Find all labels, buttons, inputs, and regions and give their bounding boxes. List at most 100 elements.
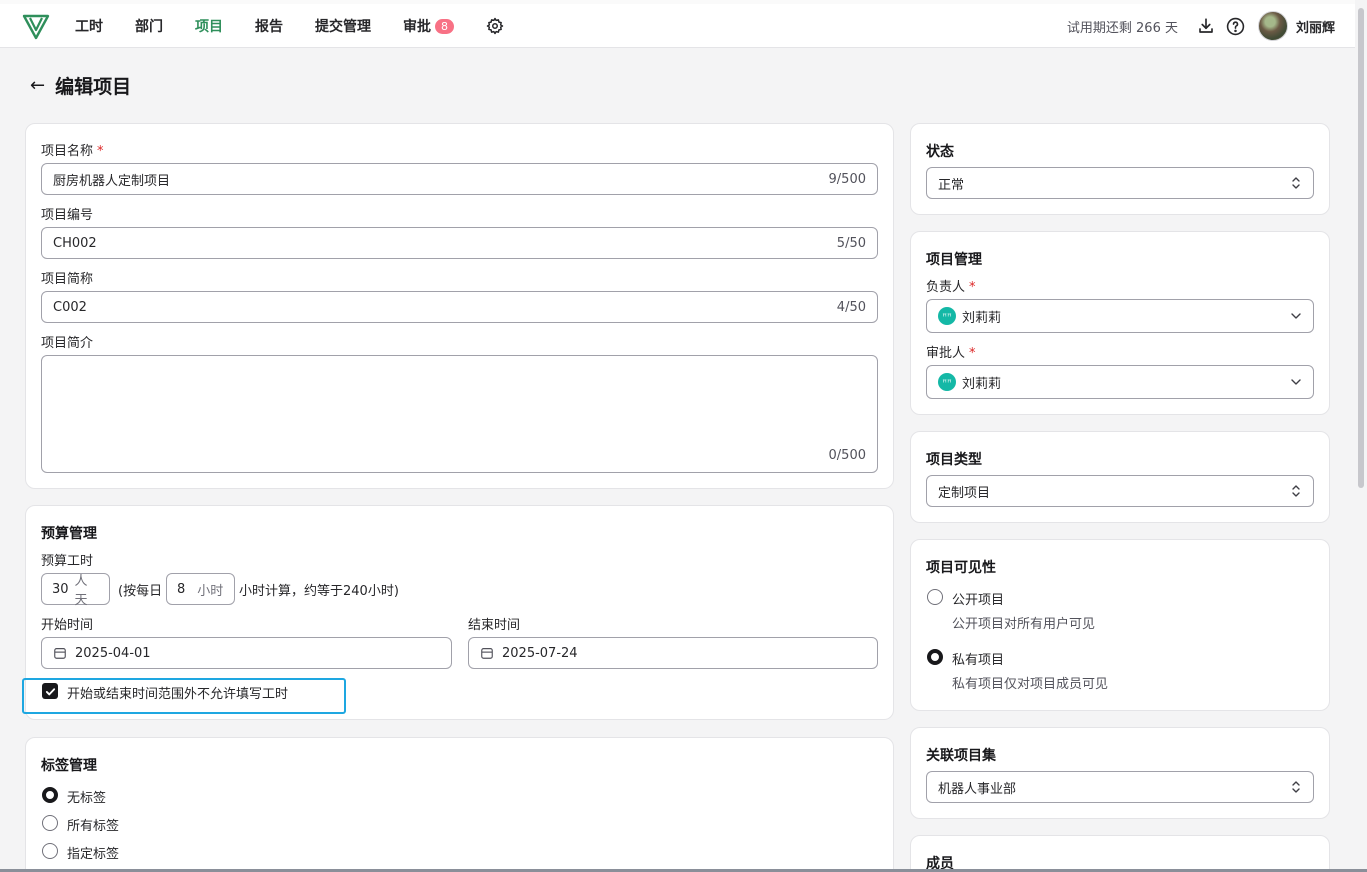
budget-days-input[interactable]: 30 人天 <box>41 573 110 608</box>
owner-label: 负责人 * <box>926 276 976 295</box>
project-code-label: 项目编号 <box>41 208 94 223</box>
chevron-up-down-icon <box>1292 177 1300 189</box>
char-counter: 0/500 <box>828 448 866 463</box>
check-icon <box>45 687 55 695</box>
owner-select[interactable]: ꟸꟸ 刘莉莉 <box>926 299 1314 333</box>
project-type-section-title: 项目类型 <box>926 452 982 468</box>
project-name-label: 项目名称 * <box>41 140 104 159</box>
nav-label: 提交管理 <box>315 19 371 35</box>
approver-select[interactable]: ꟸꟸ 刘莉莉 <box>926 365 1314 399</box>
collection-select[interactable]: 机器人事业部 <box>926 771 1314 803</box>
page-header: ← 编辑项目 <box>30 72 131 99</box>
top-navbar: 工时 部门 项目 报告 提交管理 审批 8 试用期还剩 266 天 刘丽辉 <box>0 4 1355 48</box>
chevron-up-down-icon <box>1292 485 1300 497</box>
budget-section-title: 预算管理 <box>41 526 97 542</box>
required-mark: * <box>969 346 976 361</box>
nav-item-department[interactable]: 部门 <box>135 16 163 36</box>
end-date-picker[interactable]: 2025-07-24 <box>468 637 878 669</box>
user-avatar-icon: ꟸꟸ <box>938 307 956 325</box>
project-type-select[interactable]: 定制项目 <box>926 475 1314 507</box>
nav-item-report[interactable]: 报告 <box>255 16 283 36</box>
visibility-private-radio[interactable] <box>927 649 943 665</box>
visibility-public-label[interactable]: 公开项目 <box>952 589 1004 608</box>
nav-item-approval[interactable]: 审批 8 <box>403 16 454 36</box>
budget-hours-label: 预算工时 <box>41 554 94 569</box>
nav-item-project[interactable]: 项目 <box>195 16 223 36</box>
user-avatar[interactable] <box>1257 11 1288 41</box>
nav-label: 部门 <box>135 19 163 35</box>
calendar-icon <box>481 648 493 659</box>
download-icon <box>1199 18 1213 33</box>
input-value: 2025-07-24 <box>502 645 578 661</box>
tag-option-none-label[interactable]: 无标签 <box>67 787 106 806</box>
project-code-input[interactable]: CH002 5/50 <box>41 227 878 259</box>
restrict-hours-checkbox[interactable] <box>42 683 58 699</box>
tag-option-specified-label[interactable]: 指定标签 <box>67 843 119 862</box>
top-right-area: 试用期还剩 266 天 刘丽辉 <box>1067 4 1335 48</box>
visibility-public-radio[interactable] <box>927 589 943 605</box>
label-text: 审批人 <box>926 346 966 361</box>
visibility-section-title: 项目可见性 <box>926 560 996 576</box>
select-value: 定制项目 <box>938 485 991 501</box>
page-scrollbar[interactable] <box>1355 0 1367 872</box>
nav-item-timesheet[interactable]: 工时 <box>75 16 103 36</box>
app-logo-icon[interactable] <box>22 12 50 40</box>
user-avatar-icon: ꟸꟸ <box>938 373 956 391</box>
tags-card <box>25 737 894 872</box>
nav-label: 工时 <box>75 19 103 35</box>
gear-icon <box>486 17 504 35</box>
project-description-textarea[interactable]: 0/500 <box>41 355 878 473</box>
tag-option-all-radio[interactable] <box>42 815 58 831</box>
members-card <box>910 835 1330 872</box>
hours-per-day-input[interactable]: 8 小时 <box>166 573 235 605</box>
chevron-down-icon <box>1291 379 1301 385</box>
label-text: 负责人 <box>926 280 966 295</box>
back-arrow-icon[interactable]: ← <box>30 75 45 96</box>
nav-label: 报告 <box>255 19 283 35</box>
input-value: CH002 <box>53 235 97 251</box>
chevron-down-icon <box>1291 313 1301 319</box>
collection-section-title: 关联项目集 <box>926 748 996 764</box>
restrict-hours-label[interactable]: 开始或结束时间范围外不允许填写工时 <box>67 683 288 702</box>
status-section-title: 状态 <box>926 144 954 160</box>
project-description-label: 项目简介 <box>41 336 94 351</box>
approval-count-badge: 8 <box>435 18 454 34</box>
start-date-label: 开始时间 <box>41 618 94 633</box>
required-mark: * <box>969 280 976 295</box>
nav-item-submission[interactable]: 提交管理 <box>315 16 371 36</box>
unit-label: 小时 <box>197 583 224 599</box>
visibility-private-label[interactable]: 私有项目 <box>952 649 1004 668</box>
select-value: 刘莉莉 <box>962 310 1002 326</box>
input-value: 2025-04-01 <box>75 645 151 661</box>
status-select[interactable]: 正常 <box>926 167 1314 199</box>
visibility-public-desc: 公开项目对所有用户可见 <box>952 617 1096 632</box>
project-short-name-input[interactable]: C002 4/50 <box>41 291 878 323</box>
start-date-picker[interactable]: 2025-04-01 <box>41 637 452 669</box>
page-title: 编辑项目 <box>55 76 132 98</box>
user-name[interactable]: 刘丽辉 <box>1296 17 1335 36</box>
nav-label: 审批 <box>403 19 431 35</box>
tag-option-specified-radio[interactable] <box>42 843 58 859</box>
input-value: 30 <box>52 581 69 597</box>
select-value: 正常 <box>938 177 965 193</box>
approver-label: 审批人 * <box>926 342 976 361</box>
visibility-private-desc: 私有项目仅对项目成员可见 <box>952 677 1109 692</box>
tags-section-title: 标签管理 <box>41 758 97 774</box>
tag-option-all-label[interactable]: 所有标签 <box>67 815 119 834</box>
chevron-up-down-icon <box>1292 781 1300 793</box>
required-mark: * <box>97 144 104 159</box>
project-name-input[interactable]: 厨房机器人定制项目 9/500 <box>41 163 878 195</box>
budget-text-after: 小时计算，约等于240小时) <box>239 584 399 599</box>
tag-option-none-radio[interactable] <box>42 787 58 803</box>
scrollbar-thumb[interactable] <box>1358 8 1364 488</box>
select-value: 刘莉莉 <box>962 376 1002 392</box>
download-button[interactable] <box>1196 16 1216 36</box>
help-button[interactable] <box>1226 16 1246 36</box>
input-value: C002 <box>53 299 87 315</box>
trial-remaining-text: 试用期还剩 266 天 <box>1066 20 1178 36</box>
management-section-title: 项目管理 <box>926 252 982 268</box>
char-counter: 9/500 <box>828 171 866 187</box>
input-value: 8 <box>177 581 186 597</box>
calendar-icon <box>54 648 66 659</box>
settings-button[interactable] <box>486 17 504 35</box>
